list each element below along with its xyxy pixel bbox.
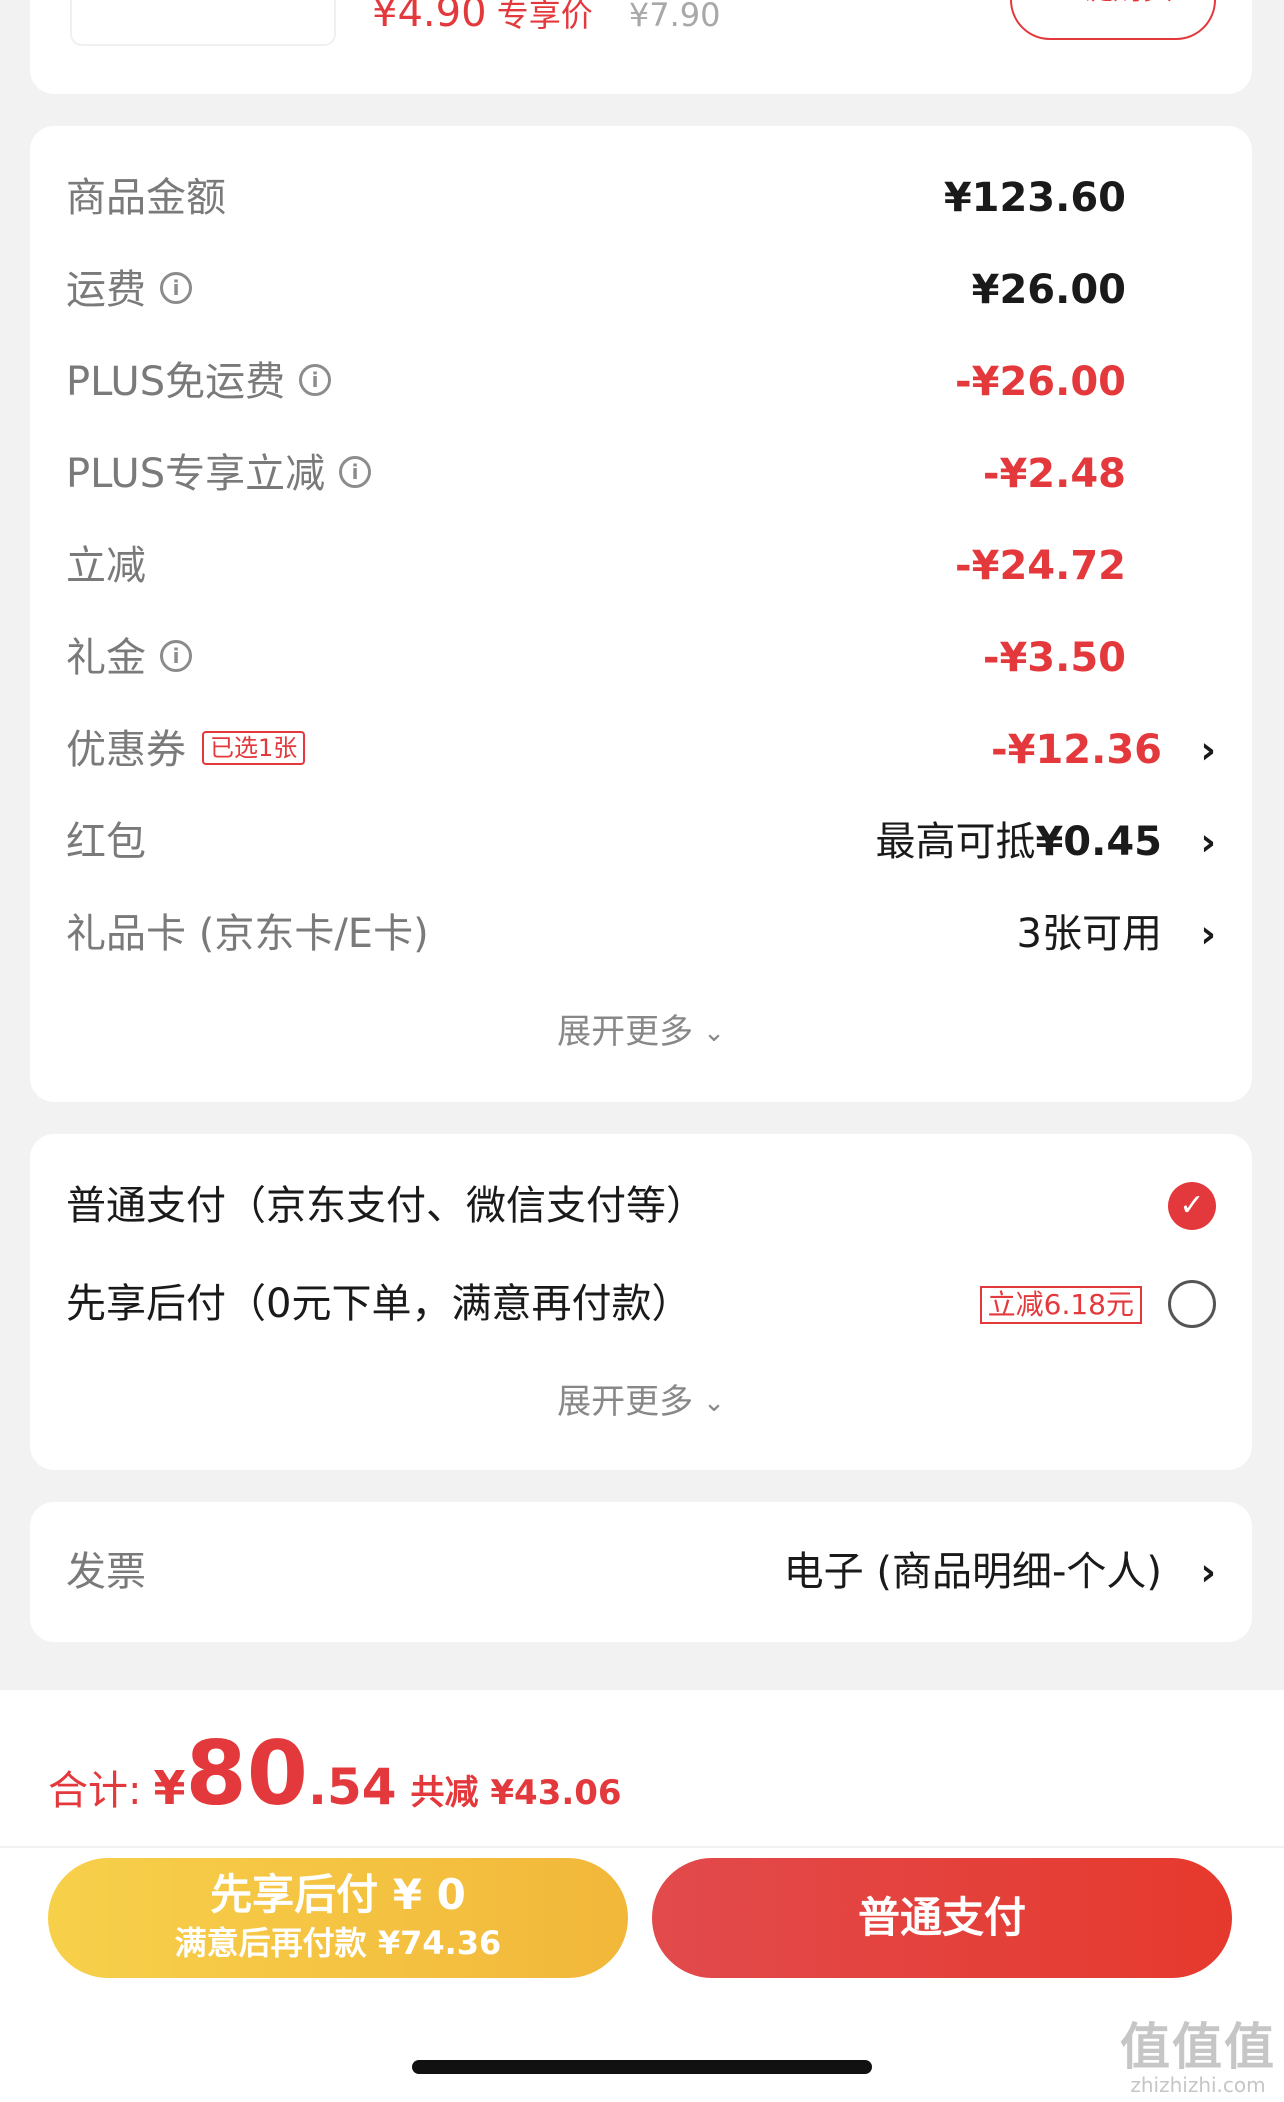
summary-label: 礼品卡 (京东卡/E卡): [66, 911, 429, 957]
summary-label: PLUS专享立减 i: [66, 444, 372, 504]
summary-label-text: PLUS免运费: [66, 359, 286, 405]
total-currency: ¥: [153, 1761, 186, 1815]
checkmark-icon[interactable]: ✓: [1168, 1182, 1216, 1230]
summary-label: 红包: [66, 819, 146, 865]
expand-more-summary[interactable]: 展开更多 ⌄: [30, 1004, 1252, 1053]
original-price: ¥7.90: [628, 0, 721, 34]
summary-value: 3张可用: [1016, 911, 1162, 957]
expand-more-label: 展开更多: [557, 1382, 694, 1422]
summary-row-red-packet[interactable]: 红包 最高可抵¥0.45 ›: [66, 812, 1216, 872]
info-icon[interactable]: i: [299, 364, 332, 396]
invoice-card[interactable]: 发票 电子 (商品明细-个人) ›: [30, 1502, 1252, 1642]
total-label: 合计:: [48, 1768, 142, 1814]
invoice-row[interactable]: 发票 电子 (商品明细-个人) ›: [66, 1542, 1216, 1602]
invoice-label: 发票: [66, 1549, 146, 1595]
chevron-right-icon[interactable]: ›: [1200, 812, 1216, 872]
order-total: 合计: ¥80.54 共减 ¥43.06: [48, 1722, 622, 1825]
summary-row-gift-card[interactable]: 礼品卡 (京东卡/E卡) 3张可用 ›: [66, 904, 1216, 964]
chevron-right-icon[interactable]: ›: [1200, 904, 1216, 964]
summary-value: -¥2.48: [982, 451, 1126, 497]
payment-option-label: 先享后付（0元下单，满意再付款）: [66, 1281, 692, 1327]
summary-label: 优惠券 已选1张: [66, 720, 306, 780]
total-decimal: .54: [307, 1758, 397, 1816]
payment-option-normal[interactable]: 普通支付（京东支付、微信支付等） ✓: [66, 1176, 1216, 1236]
summary-value: -¥24.72: [955, 543, 1126, 589]
radio-unchecked-icon[interactable]: [1168, 1280, 1216, 1328]
product-thumbnail[interactable]: [70, 0, 336, 46]
summary-label-text: 礼金: [66, 635, 146, 681]
info-icon[interactable]: i: [339, 456, 372, 488]
expand-more-label: 展开更多: [557, 1012, 694, 1052]
home-indicator: [412, 2060, 872, 2074]
chevron-right-icon[interactable]: ›: [1200, 1542, 1216, 1602]
product-price-line: ¥4.90 专享价 ¥7.90: [372, 0, 720, 36]
order-summary-card: 商品金额 ¥123.60 运费 i ¥26.00 PLUS免运费 i -¥26.00…: [30, 126, 1252, 1102]
info-icon[interactable]: i: [160, 640, 192, 672]
summary-label: 商品金额: [66, 175, 226, 221]
product-card: ¥4.90 专享价 ¥7.90 一键购买: [30, 0, 1252, 94]
expand-more-payment[interactable]: 展开更多 ⌄: [30, 1374, 1252, 1423]
chevron-right-icon[interactable]: ›: [1200, 720, 1216, 780]
exclusive-price-tag: 专享价: [496, 0, 593, 34]
payment-option-pay-later[interactable]: 先享后付（0元下单，满意再付款） 立减6.18元: [66, 1274, 1216, 1334]
chevron-down-icon: ⌄: [703, 1018, 725, 1048]
watermark-text: 值值值: [1120, 2018, 1276, 2076]
checkout-bar: 合计: ¥80.54 共减 ¥43.06 先享后付 ¥ 0 满意后再付款 ¥74.3…: [0, 1690, 1284, 2102]
summary-value: ¥123.60: [943, 175, 1126, 221]
summary-row-gift-money: 礼金 i -¥3.50: [66, 628, 1216, 688]
total-integer: 80: [185, 1722, 308, 1825]
divider: [0, 1846, 1284, 1848]
watermark-url: zhizhizhi.com: [1130, 2073, 1266, 2097]
summary-label: PLUS免运费 i: [66, 352, 332, 412]
summary-value: -¥3.50: [982, 635, 1126, 681]
quick-buy-button[interactable]: 一键购买: [1010, 0, 1216, 40]
pay-later-button[interactable]: 先享后付 ¥ 0 满意后再付款 ¥74.36: [48, 1858, 628, 1978]
invoice-value: 电子 (商品明细-个人): [783, 1549, 1162, 1595]
summary-row-shipping: 运费 i ¥26.00: [66, 260, 1216, 320]
pay-later-discount-tag: 立减6.18元: [979, 1286, 1142, 1324]
summary-value: ¥26.00: [971, 267, 1126, 313]
pay-now-button[interactable]: 普通支付: [652, 1858, 1232, 1978]
summary-label: 礼金 i: [66, 628, 192, 688]
pay-later-line1: 先享后付 ¥ 0: [210, 1870, 466, 1919]
summary-label-text: PLUS专享立减: [66, 451, 326, 497]
coupon-selected-badge: 已选1张: [202, 731, 306, 765]
summary-label-text: 运费: [66, 267, 146, 313]
pay-later-line2: 满意后再付款 ¥74.36: [174, 1924, 502, 1962]
payment-option-label: 普通支付（京东支付、微信支付等）: [66, 1183, 706, 1229]
red-packet-amount: ¥0.45: [1035, 819, 1162, 865]
summary-row-plus-free-shipping: PLUS免运费 i -¥26.00: [66, 352, 1216, 412]
summary-label: 运费 i: [66, 260, 192, 320]
summary-row-plus-discount: PLUS专享立减 i -¥2.48: [66, 444, 1216, 504]
summary-value: -¥12.36: [991, 727, 1162, 773]
watermark-logo: 值值值 zhizhizhi.com: [1120, 2020, 1276, 2096]
summary-label-text: 优惠券: [66, 727, 186, 773]
summary-row-coupon[interactable]: 优惠券 已选1张 -¥12.36 ›: [66, 720, 1216, 780]
info-icon[interactable]: i: [160, 272, 192, 304]
summary-label: 立减: [66, 543, 146, 589]
summary-value: -¥26.00: [955, 359, 1126, 405]
chevron-down-icon: ⌄: [703, 1388, 725, 1418]
red-packet-prefix: 最高可抵: [875, 819, 1036, 865]
exclusive-price: ¥4.90: [372, 0, 487, 36]
summary-row-instant-discount: 立减 -¥24.72: [66, 536, 1216, 596]
total-saved: 共减 ¥43.06: [410, 1773, 622, 1813]
summary-value: 最高可抵¥0.45: [875, 812, 1162, 872]
payment-method-card: 普通支付（京东支付、微信支付等） ✓ 先享后付（0元下单，满意再付款） 立减6.…: [30, 1134, 1252, 1470]
summary-row-goods-amount: 商品金额 ¥123.60: [66, 168, 1216, 228]
